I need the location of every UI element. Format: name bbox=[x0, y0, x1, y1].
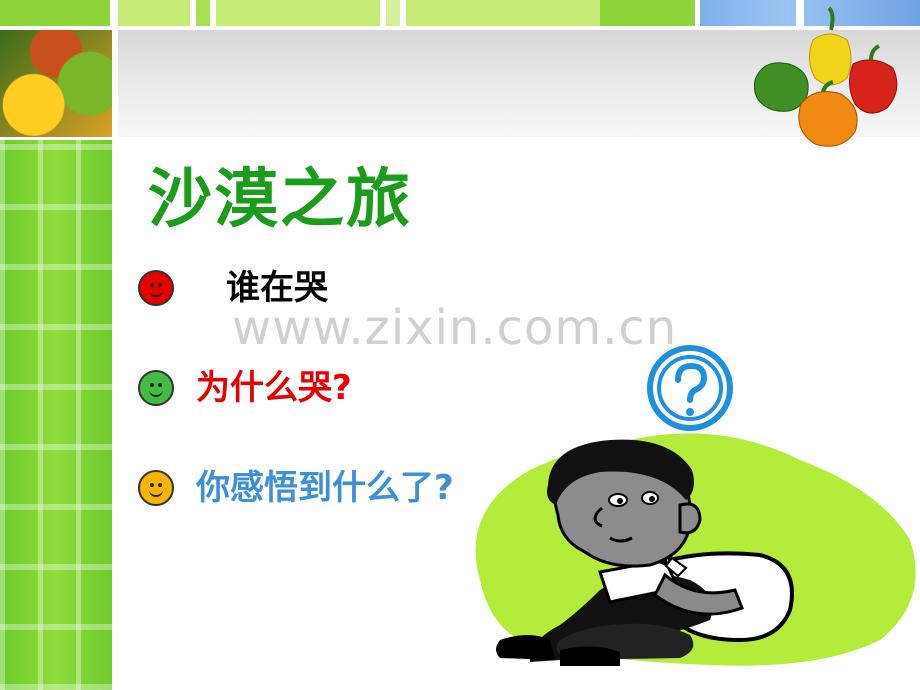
thinking-man-image bbox=[475, 345, 916, 666]
bullet-item-1: 谁在哭 bbox=[138, 268, 328, 308]
bullet-text-1: 谁在哭 bbox=[226, 268, 328, 308]
fruit-image bbox=[0, 30, 112, 137]
question-mark-icon bbox=[647, 345, 733, 431]
bullet-item-3: 你感悟到什么了? bbox=[138, 468, 454, 508]
smiley-green-icon bbox=[138, 370, 174, 406]
slide-title: 沙漠之旅 bbox=[148, 163, 412, 237]
bullet-text-3: 你感悟到什么了? bbox=[196, 468, 454, 508]
smiley-red-icon bbox=[138, 270, 174, 306]
peppers-image bbox=[753, 6, 898, 147]
smiley-yellow-icon bbox=[138, 470, 174, 506]
bullet-item-2: 为什么哭? bbox=[138, 368, 352, 408]
top-green-bar bbox=[0, 0, 695, 26]
left-plaid-sidebar bbox=[0, 140, 112, 690]
bullet-text-2: 为什么哭? bbox=[196, 368, 352, 408]
